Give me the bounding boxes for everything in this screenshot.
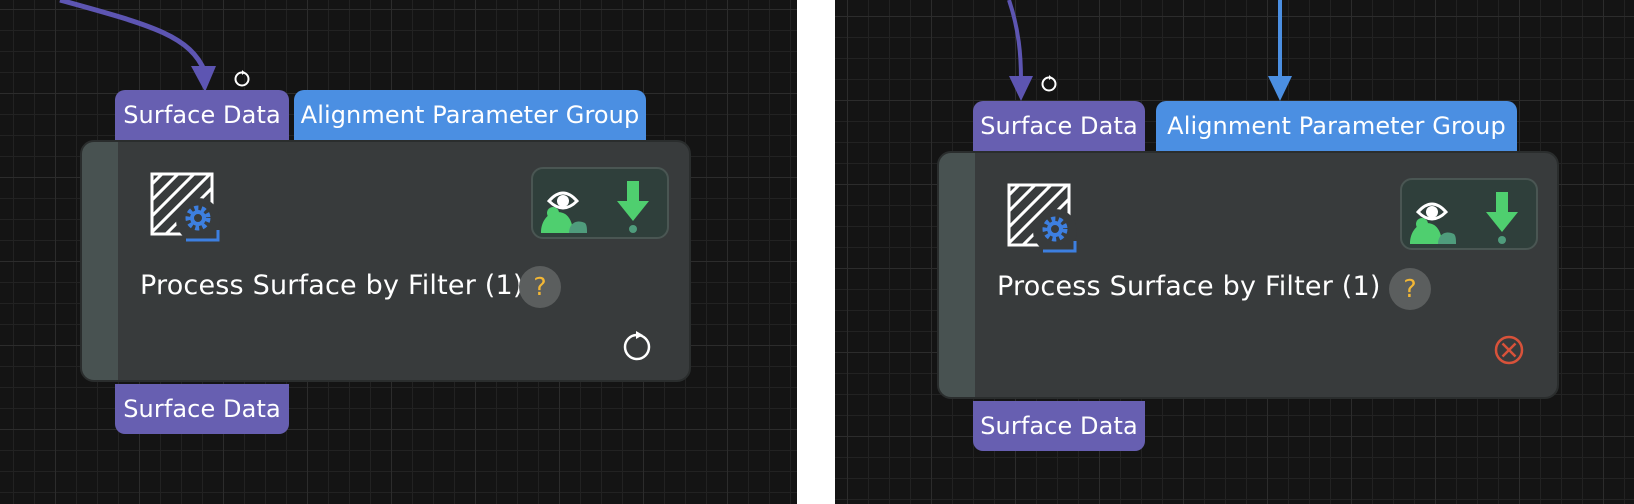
help-button[interactable]: ?: [519, 266, 561, 308]
surface-data-wire-arrow: [1009, 76, 1033, 101]
surface-data-wire[interactable]: [59, 0, 208, 73]
input-port-surface-data[interactable]: Surface Data: [973, 101, 1145, 151]
input-port-alignment-parameter-group[interactable]: Alignment Parameter Group: [294, 90, 646, 140]
error-status-icon: [1494, 335, 1524, 365]
output-port-surface-data[interactable]: Surface Data: [115, 384, 289, 434]
node-title: Process Surface by Filter (1): [140, 270, 524, 301]
preview-button[interactable]: [1408, 188, 1464, 244]
process-surface-node[interactable]: Process Surface by Filter (1) ?: [937, 151, 1559, 399]
eye-person-icon: [1410, 202, 1456, 244]
canvas-panel-left[interactable]: Surface Data Alignment Parameter Group P…: [0, 0, 797, 504]
eye-person-icon: [541, 191, 587, 233]
surface-filter-icon: [150, 172, 220, 242]
surface-data-wire-arrow: [191, 66, 216, 92]
surface-filter-icon: [1007, 183, 1077, 253]
output-port-surface-data[interactable]: Surface Data: [973, 401, 1145, 451]
node-title: Process Surface by Filter (1): [997, 271, 1381, 302]
alignment-wire-arrow: [1268, 76, 1292, 101]
help-button[interactable]: ?: [1389, 268, 1431, 310]
input-port-surface-data[interactable]: Surface Data: [115, 90, 289, 140]
surface-data-wire[interactable]: [1007, 0, 1023, 81]
running-status-icon: [623, 331, 651, 361]
download-arrow-icon: [617, 181, 649, 233]
preview-button[interactable]: [539, 177, 595, 233]
refresh-indicator-icon[interactable]: [232, 68, 252, 88]
node-selection-strip: [939, 153, 975, 397]
download-button[interactable]: [605, 177, 661, 233]
input-port-alignment-parameter-group[interactable]: Alignment Parameter Group: [1156, 101, 1517, 151]
download-arrow-icon: [1486, 192, 1518, 244]
node-toolbar: [531, 167, 669, 239]
process-surface-node[interactable]: Process Surface by Filter (1) ?: [80, 140, 691, 382]
node-toolbar: [1400, 178, 1538, 250]
refresh-indicator-icon[interactable]: [1039, 73, 1059, 93]
download-button[interactable]: [1474, 188, 1530, 244]
canvas-panel-right[interactable]: Surface Data Alignment Parameter Group P…: [835, 0, 1634, 504]
node-selection-strip: [82, 142, 118, 380]
